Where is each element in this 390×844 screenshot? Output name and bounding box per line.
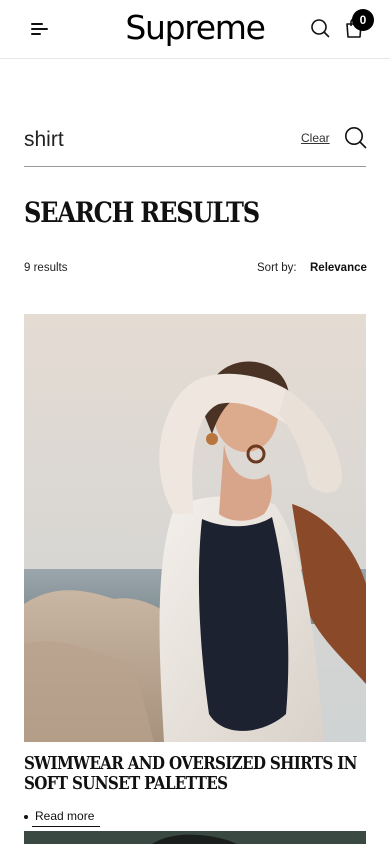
next-article-photo <box>24 831 366 844</box>
search-input[interactable] <box>24 125 284 155</box>
next-article-image[interactable] <box>24 831 366 844</box>
article-photo <box>24 314 366 742</box>
sort-label: Sort by: <box>257 262 297 274</box>
clear-search-button[interactable]: Clear <box>301 131 330 145</box>
sort-select[interactable]: Relevance <box>310 262 367 274</box>
page-title: SEARCH RESULTS <box>24 196 260 229</box>
cart-count-badge: 0 <box>352 9 374 31</box>
article-image[interactable] <box>24 314 366 742</box>
results-count: 9 results <box>24 262 68 274</box>
site-header: Supreme 0 <box>0 0 390 59</box>
read-more-underline <box>32 826 100 827</box>
article-title[interactable]: SWIMWEAR AND OVERSIZED SHIRTS IN SOFT SU… <box>24 754 368 794</box>
search-bar: Clear <box>24 118 367 167</box>
site-logo[interactable]: Supreme <box>0 6 390 50</box>
search-icon[interactable] <box>344 126 367 149</box>
search-icon[interactable] <box>310 18 330 38</box>
bullet-icon <box>24 815 28 819</box>
read-more-label: Read more <box>35 809 95 823</box>
